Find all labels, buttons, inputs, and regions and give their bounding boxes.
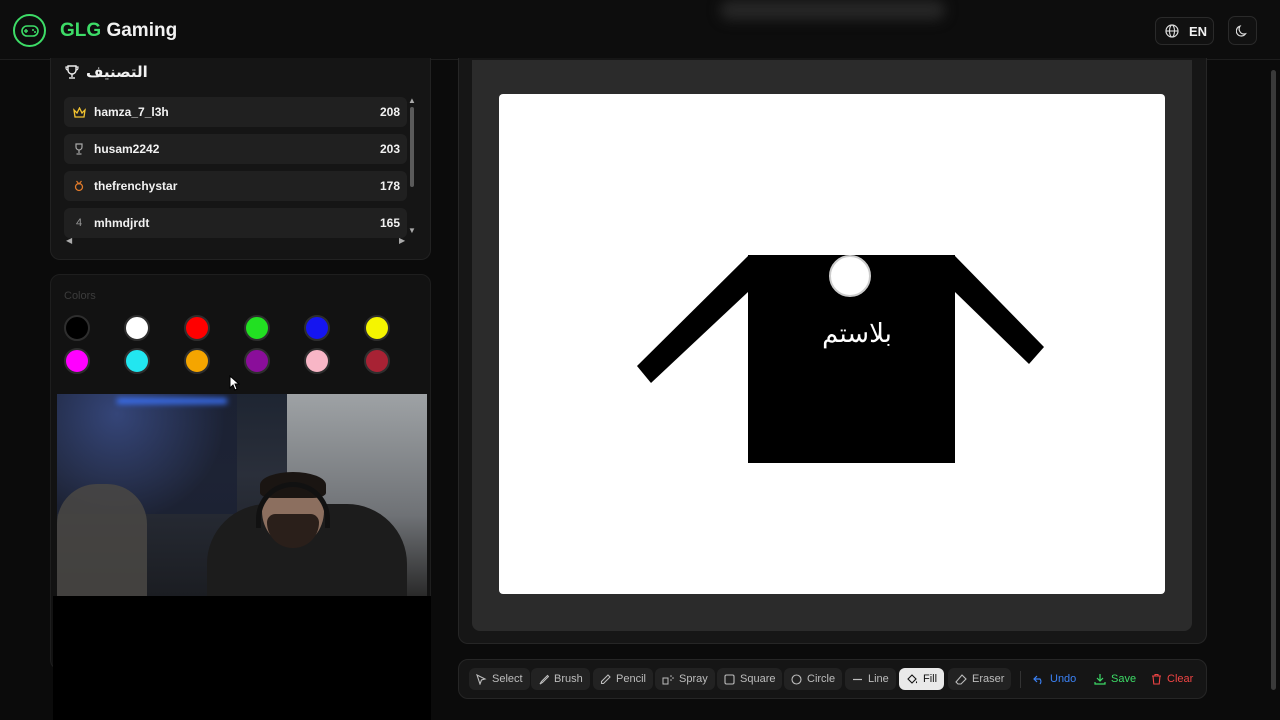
- color-swatch[interactable]: [64, 348, 90, 374]
- eraser-tool-button[interactable]: Eraser: [948, 668, 1012, 690]
- undo-button[interactable]: Undo: [1026, 668, 1083, 690]
- player-score: 203: [379, 142, 400, 156]
- color-swatch[interactable]: [244, 315, 270, 341]
- color-swatch[interactable]: [124, 315, 150, 341]
- leaderboard-row[interactable]: 4 mhmdjrdt 165: [64, 208, 407, 238]
- leaderboard-title: التصنيف: [86, 64, 148, 81]
- globe-icon: [1165, 24, 1179, 38]
- line-label: Line: [868, 673, 889, 685]
- scrollbar-thumb[interactable]: [410, 107, 414, 187]
- undo-label: Undo: [1050, 673, 1077, 685]
- player-name: hamza_7_l3h: [94, 105, 169, 119]
- brand-accent: GLG: [60, 20, 102, 41]
- gamepad-icon[interactable]: [13, 14, 46, 47]
- select-tool-button[interactable]: Select: [469, 668, 530, 690]
- player-score: 178: [379, 179, 400, 193]
- mouse-cursor-icon: [229, 375, 240, 391]
- download-icon: [1094, 674, 1106, 685]
- color-swatch[interactable]: [364, 315, 390, 341]
- scroll-left-icon[interactable]: ◀: [66, 236, 72, 245]
- color-swatch[interactable]: [304, 348, 330, 374]
- brush-label: Brush: [554, 673, 583, 685]
- color-swatch[interactable]: [64, 315, 90, 341]
- circle-icon: [791, 673, 802, 685]
- pencil-tool-button[interactable]: Pencil: [593, 668, 653, 690]
- webcam-overlay: [57, 394, 427, 596]
- medal-icon: [72, 179, 86, 193]
- square-tool-button[interactable]: Square: [717, 668, 783, 690]
- cursor-icon: [476, 673, 487, 685]
- leaderboard-row[interactable]: thefrenchystar 178: [64, 171, 407, 201]
- fill-label: Fill: [923, 673, 938, 685]
- drawing-canvas[interactable]: بلاستم: [499, 94, 1165, 594]
- paint-bucket-icon: [907, 673, 918, 684]
- shirt-drawing: بلاستم: [637, 255, 1044, 463]
- player-name: mhmdjrdt: [94, 216, 150, 230]
- spray-label: Spray: [679, 673, 708, 685]
- brand-title[interactable]: GLG Gaming: [60, 20, 177, 42]
- theme-toggle-button[interactable]: [1228, 16, 1257, 45]
- scrollbar-thumb[interactable]: [1271, 70, 1276, 690]
- clear-label: Clear: [1167, 673, 1194, 685]
- trash-icon: [1152, 673, 1161, 685]
- toolbar-divider: [1020, 671, 1021, 688]
- player-score: 165: [379, 216, 400, 230]
- save-button[interactable]: Save: [1087, 668, 1143, 690]
- webcam-black-area: [53, 596, 431, 720]
- circle-tool-button[interactable]: Circle: [784, 668, 843, 690]
- clear-button[interactable]: Clear: [1144, 668, 1200, 690]
- scroll-right-icon[interactable]: ▶: [399, 236, 405, 245]
- language-label: EN: [1189, 23, 1208, 39]
- fill-tool-button[interactable]: Fill: [899, 668, 945, 690]
- page-scrollbar[interactable]: [1271, 70, 1276, 720]
- save-label: Save: [1111, 673, 1137, 685]
- leaderboard-row[interactable]: hamza_7_l3h 208: [64, 97, 407, 127]
- brush-tool-button[interactable]: Brush: [531, 668, 590, 690]
- square-icon: [724, 673, 735, 685]
- line-tool-button[interactable]: Line: [845, 668, 896, 690]
- language-button[interactable]: EN: [1155, 17, 1214, 45]
- select-label: Select: [492, 673, 523, 685]
- leaderboard-scrollbar[interactable]: [410, 99, 415, 233]
- moon-icon: [1236, 25, 1247, 37]
- color-swatch[interactable]: [124, 348, 150, 374]
- blurred-title: [720, 0, 945, 20]
- spray-icon: [662, 674, 674, 684]
- webcam-led-strip: [117, 398, 227, 404]
- pencil-label: Pencil: [616, 673, 646, 685]
- undo-icon: [1033, 675, 1042, 684]
- trophy-icon: [72, 142, 86, 156]
- eraser-label: Eraser: [972, 673, 1005, 685]
- color-swatch[interactable]: [304, 315, 330, 341]
- circle-label: Circle: [807, 673, 836, 685]
- brush-icon: [539, 674, 549, 684]
- shirt-text: بلاستم: [822, 319, 892, 349]
- spray-tool-button[interactable]: Spray: [655, 668, 715, 690]
- colors-title: Colors: [64, 290, 96, 302]
- player-score: 208: [379, 105, 400, 119]
- trophy-icon: [65, 65, 79, 79]
- color-swatch[interactable]: [184, 315, 210, 341]
- top-header: GLG Gaming EN: [0, 0, 1280, 60]
- pencil-icon: [600, 673, 611, 684]
- leaderboard-row[interactable]: husam2242 203: [64, 134, 407, 164]
- webcam-bystander: [57, 484, 147, 596]
- square-label: Square: [740, 673, 776, 685]
- eraser-icon: [955, 673, 967, 685]
- scroll-up-icon[interactable]: ▲: [408, 96, 416, 105]
- color-swatch[interactable]: [364, 348, 390, 374]
- color-swatch[interactable]: [184, 348, 210, 374]
- color-swatch[interactable]: [244, 348, 270, 374]
- player-rank: 4: [75, 217, 83, 229]
- player-name: thefrenchystar: [94, 179, 178, 193]
- scroll-down-icon[interactable]: ▼: [408, 226, 416, 235]
- player-name: husam2242: [94, 142, 160, 156]
- line-icon: [853, 678, 862, 680]
- crown-icon: [72, 105, 86, 119]
- brand-rest: Gaming: [101, 20, 178, 41]
